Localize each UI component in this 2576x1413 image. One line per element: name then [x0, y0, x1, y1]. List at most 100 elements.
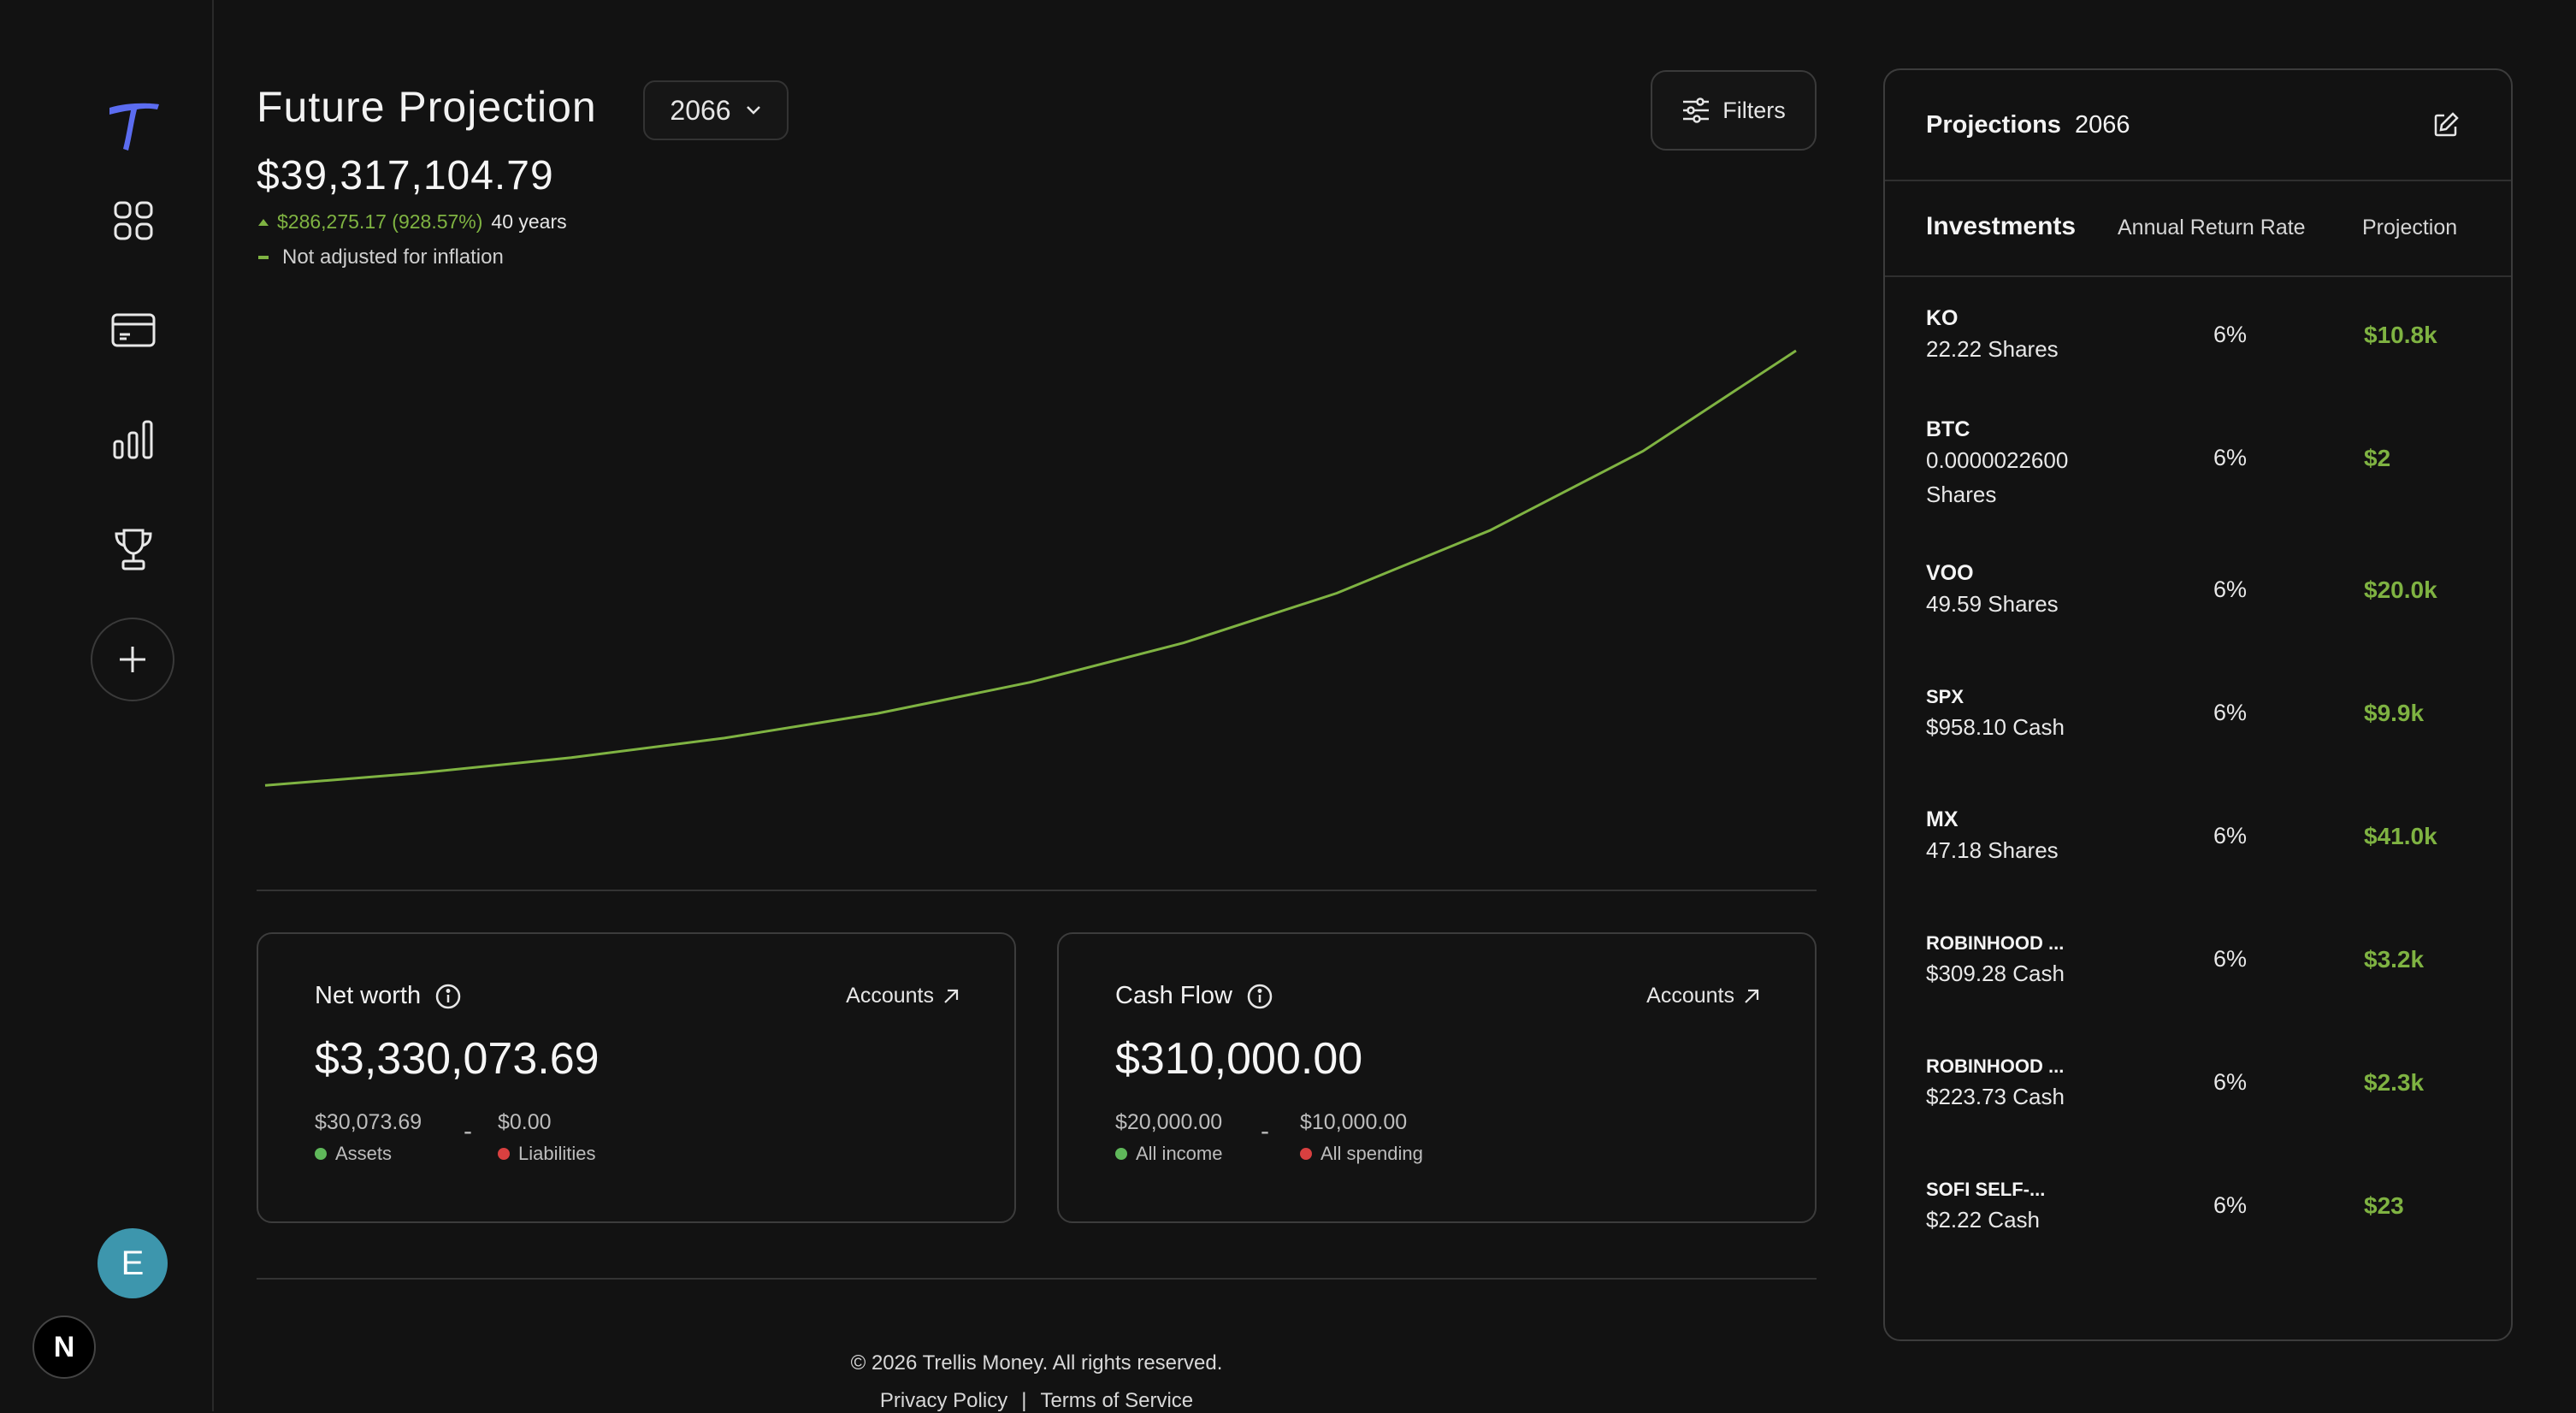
inflation-note: Not adjusted for inflation	[258, 245, 504, 269]
year-select-value: 2066	[670, 94, 731, 126]
spending-label: All spending	[1320, 1143, 1423, 1164]
col-projection: Projection	[2362, 216, 2458, 239]
investment-symbol: VOO	[1926, 561, 1974, 585]
info-icon[interactable]	[1246, 983, 1273, 1010]
next-badge[interactable]: N	[32, 1315, 96, 1379]
arrow-up-icon	[258, 218, 269, 226]
list-item[interactable]: ROBINHOOD ... $309.28 Cash 6% $3.2k	[1885, 932, 2511, 1055]
list-item[interactable]: ROBINHOOD ... $223.73 Cash 6% $2.3k	[1885, 1055, 2511, 1179]
projection-change: $286,275.17 (928.57%) 40 years	[258, 210, 567, 234]
divider	[257, 1278, 1817, 1280]
year-select[interactable]: 2066	[643, 80, 789, 140]
minus-sign: -	[1261, 1117, 1269, 1145]
list-item[interactable]: SPX $958.10 Cash 6% $9.9k	[1885, 686, 2511, 809]
investment-symbol: BTC	[1926, 417, 1970, 441]
main-content: Future Projection 2066 Filters $39,317,1…	[257, 0, 1817, 1412]
panel-divider	[1885, 275, 2511, 277]
green-dot-icon	[1115, 1148, 1127, 1160]
legend-dash-icon	[258, 256, 269, 259]
edit-icon[interactable]	[2432, 111, 2463, 142]
investment-projection: $2	[2364, 445, 2391, 471]
investment-symbol: MX	[1926, 807, 1959, 831]
investment-projection: $41.0k	[2364, 823, 2437, 849]
cash-flow-label: Cash Flow	[1115, 982, 1232, 1009]
income-label: All income	[1136, 1143, 1223, 1164]
investment-rate: 6%	[2213, 700, 2248, 725]
investment-rate: 6%	[2213, 576, 2248, 602]
chevron-down-icon	[746, 106, 760, 115]
investment-symbol: KO	[1926, 306, 1959, 330]
sliders-icon	[1683, 98, 1710, 123]
investment-projection: $20.0k	[2364, 576, 2437, 603]
list-item[interactable]: VOO 49.59 Shares 6% $20.0k	[1885, 561, 2511, 684]
credit-card-icon[interactable]	[106, 303, 161, 358]
investment-rate: 6%	[2213, 322, 2248, 347]
terms-link[interactable]: Terms of Service	[1040, 1389, 1193, 1412]
trellis-logo[interactable]	[103, 94, 164, 156]
filters-button[interactable]: Filters	[1651, 70, 1817, 151]
add-button[interactable]	[91, 618, 174, 701]
projections-panel: Projections 2066 Investments Annual Retu…	[1883, 68, 2513, 1341]
net-worth-accounts-link[interactable]: Accounts	[846, 984, 960, 1008]
info-icon[interactable]	[434, 983, 462, 1010]
filters-label: Filters	[1722, 97, 1786, 123]
investment-projection: $23	[2364, 1192, 2404, 1219]
investment-quantity: $958.10 Cash	[1926, 714, 2065, 740]
investment-projection: $10.8k	[2364, 322, 2437, 348]
assets-legend: Assets	[315, 1143, 392, 1165]
investment-quantity: $223.73 Cash	[1926, 1084, 2065, 1109]
page-title: Future Projection	[257, 83, 597, 131]
cash-flow-accounts-link[interactable]: Accounts	[1646, 984, 1760, 1008]
investment-rate: 6%	[2213, 1069, 2248, 1095]
projected-value: $39,317,104.79	[257, 153, 554, 198]
investment-projection: $9.9k	[2364, 700, 2425, 726]
projection-line	[264, 349, 1797, 787]
income-value: $20,000.00	[1115, 1110, 1223, 1134]
investment-quantity: 22.22 Shares	[1926, 336, 2059, 362]
arrow-up-right-icon	[1745, 989, 1759, 1003]
privacy-link[interactable]: Privacy Policy	[880, 1389, 1007, 1412]
bar-chart-icon[interactable]	[106, 412, 161, 467]
divider	[257, 890, 1817, 891]
projection-chart[interactable]	[257, 282, 1817, 864]
list-item[interactable]: SOFI SELF-... $2.22 Cash 6% $23	[1885, 1179, 2511, 1302]
change-period: 40 years	[491, 210, 567, 233]
panel-year: 2066	[2074, 111, 2130, 139]
col-annual-return-rate: Annual Return Rate	[2118, 216, 2306, 239]
investment-projection: $2.3k	[2364, 1069, 2425, 1096]
inflation-label: Not adjusted for inflation	[282, 245, 504, 269]
investment-rate: 6%	[2213, 823, 2248, 848]
investment-quantity: 49.59 Shares	[1926, 591, 2059, 617]
spending-legend: All spending	[1300, 1143, 1423, 1165]
investment-quantity: $309.28 Cash	[1926, 961, 2065, 986]
red-dot-icon	[1300, 1148, 1312, 1160]
list-item[interactable]: BTC 0.0000022600 Shares 6% $2	[1885, 417, 2511, 541]
investment-rate: 6%	[2213, 445, 2248, 470]
assets-label: Assets	[335, 1143, 393, 1164]
list-item[interactable]: KO 22.22 Shares 6% $10.8k	[1885, 306, 2511, 429]
net-worth-label: Net worth	[315, 982, 422, 1009]
trophy-icon[interactable]	[106, 522, 161, 576]
footer-separator: |	[1021, 1389, 1027, 1412]
net-worth-title: Net worth	[315, 982, 462, 1010]
cash-flow-title: Cash Flow	[1115, 982, 1273, 1010]
net-worth-value: $3,330,073.69	[315, 1034, 600, 1084]
panel-header: Projections 2066	[1926, 111, 2130, 139]
minus-sign: -	[464, 1117, 472, 1145]
panel-title: Projections	[1926, 111, 2061, 139]
arrow-up-right-icon	[944, 989, 959, 1003]
investment-symbol: ROBINHOOD ...	[1926, 1055, 2065, 1077]
plus-icon	[120, 647, 145, 672]
income-legend: All income	[1115, 1143, 1222, 1165]
assets-value: $30,073.69	[315, 1110, 422, 1134]
cash-flow-value: $310,000.00	[1115, 1034, 1363, 1084]
list-item[interactable]: MX 47.18 Shares 6% $41.0k	[1885, 807, 2511, 931]
spending-value: $10,000.00	[1300, 1110, 1408, 1134]
investment-symbol: SOFI SELF-...	[1926, 1179, 2046, 1200]
liabilities-label: Liabilities	[518, 1143, 596, 1164]
avatar[interactable]: E	[97, 1228, 168, 1298]
sidebar: E N	[0, 0, 214, 1411]
dashboard-grid-icon[interactable]	[106, 193, 161, 248]
investment-projection: $3.2k	[2364, 946, 2425, 973]
accounts-label: Accounts	[846, 984, 934, 1008]
